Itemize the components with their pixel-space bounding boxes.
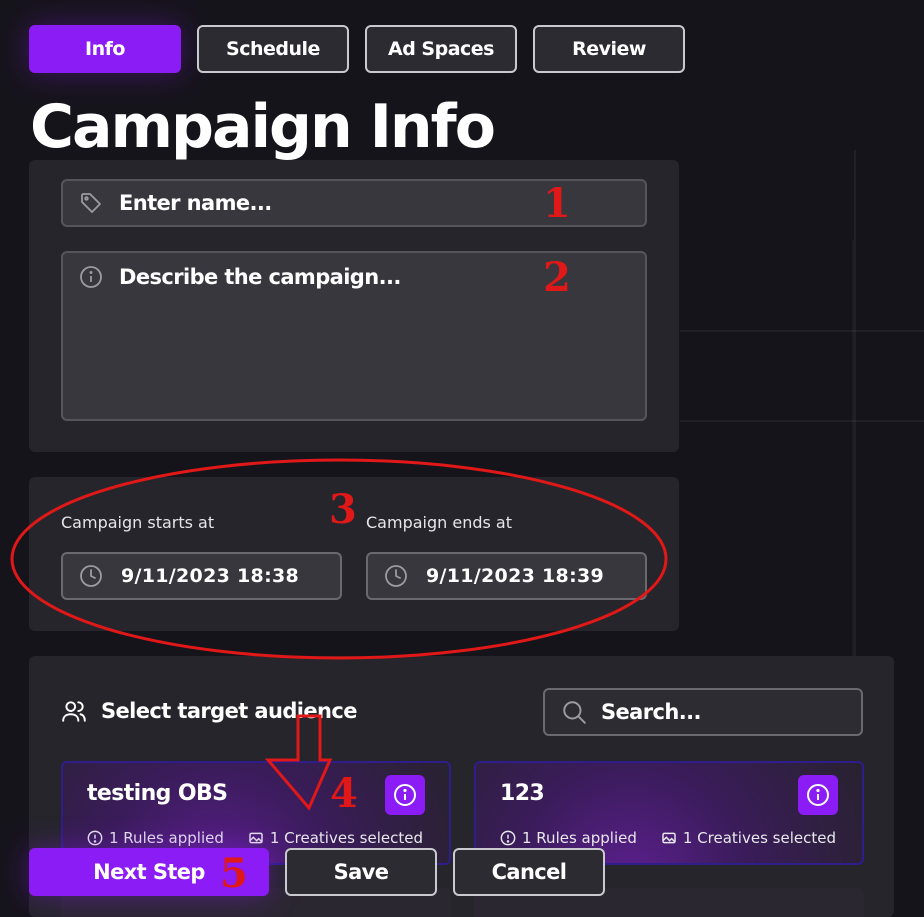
- annotation-5: 5: [220, 850, 248, 897]
- info-icon: [807, 784, 829, 806]
- search-icon: [563, 701, 586, 724]
- info-icon: [394, 784, 416, 806]
- annotation-4: 4: [330, 770, 358, 817]
- audience-name: 123: [500, 781, 545, 806]
- alert-circle-icon: [87, 830, 103, 846]
- creatives-text: 1 Creatives selected: [269, 829, 423, 847]
- clock-icon: [80, 565, 102, 587]
- audience-meta: 1 Rules applied 1 Creatives selected: [87, 829, 447, 847]
- clock-icon: [385, 565, 407, 587]
- audience-name: testing OBS: [87, 781, 228, 806]
- tab-review[interactable]: Review: [533, 25, 685, 73]
- end-value: 9/11/2023 18:39: [426, 565, 605, 587]
- tab-info[interactable]: Info: [29, 25, 181, 73]
- tag-icon: [81, 193, 101, 213]
- step-tabs: Info Schedule Ad Spaces Review: [29, 25, 685, 73]
- creatives-text: 1 Creatives selected: [682, 829, 836, 847]
- start-datetime-field[interactable]: 9/11/2023 18:38: [61, 552, 342, 600]
- search-placeholder: Search...: [601, 700, 701, 724]
- creatives-meta: 1 Creatives selected: [248, 829, 423, 847]
- audience-search-input[interactable]: Search...: [543, 688, 863, 736]
- users-icon: [62, 701, 86, 722]
- description-placeholder: Describe the campaign...: [119, 265, 401, 289]
- rules-text: 1 Rules applied: [109, 829, 224, 847]
- annotation-2: 2: [543, 254, 571, 301]
- end-datetime-field[interactable]: 9/11/2023 18:39: [366, 552, 647, 600]
- tab-schedule[interactable]: Schedule: [197, 25, 349, 73]
- rules-text: 1 Rules applied: [522, 829, 637, 847]
- rules-meta: 1 Rules applied: [500, 829, 637, 847]
- audience-info-button[interactable]: [385, 775, 425, 815]
- name-placeholder: Enter name...: [119, 191, 272, 215]
- annotation-1: 1: [543, 180, 571, 227]
- alert-circle-icon: [500, 830, 516, 846]
- start-value: 9/11/2023 18:38: [121, 565, 300, 587]
- audience-header: Select target audience: [61, 698, 357, 724]
- creatives-meta: 1 Creatives selected: [661, 829, 836, 847]
- cancel-button[interactable]: Cancel: [453, 848, 605, 896]
- info-icon: [80, 266, 102, 288]
- background-grid-lines: [760, 240, 924, 710]
- audience-info-button[interactable]: [798, 775, 838, 815]
- rules-meta: 1 Rules applied: [87, 829, 224, 847]
- image-icon: [249, 832, 263, 844]
- tab-ad-spaces[interactable]: Ad Spaces: [365, 25, 517, 73]
- start-label: Campaign starts at: [61, 513, 215, 532]
- end-label: Campaign ends at: [366, 513, 512, 532]
- annotation-3: 3: [329, 486, 357, 533]
- image-icon: [662, 832, 676, 844]
- audience-title: Select target audience: [101, 699, 357, 723]
- page-title: Campaign Info: [30, 92, 496, 162]
- save-button[interactable]: Save: [285, 848, 437, 896]
- audience-meta: 1 Rules applied 1 Creatives selected: [500, 829, 860, 847]
